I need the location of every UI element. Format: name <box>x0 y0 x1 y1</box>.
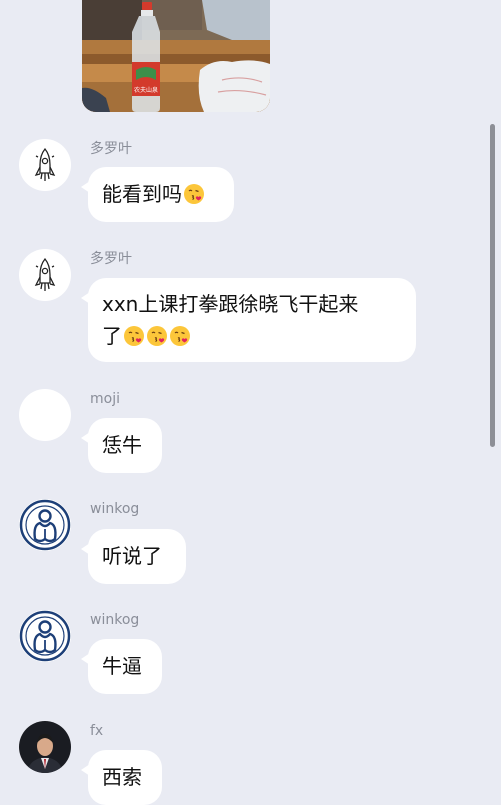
message-bubble[interactable]: 西索 <box>81 750 162 805</box>
rocket-avatar-icon[interactable] <box>19 139 71 191</box>
bottle-label: 农夫山泉 <box>134 86 158 94</box>
kissing-face-emoji <box>169 325 191 347</box>
sender-name: winkog <box>90 612 140 628</box>
blank-avatar[interactable] <box>19 389 71 441</box>
team-logo-avatar-icon[interactable] <box>19 499 71 551</box>
message-text: 恁牛 <box>102 433 142 457</box>
kissing-face-emoji <box>183 183 205 205</box>
message-bubble[interactable]: 恁牛 <box>81 418 162 473</box>
rocket-avatar-icon[interactable] <box>19 249 71 301</box>
message-bubble[interactable]: 能看到吗 <box>81 167 234 222</box>
message-text-line: xxn上课打拳跟徐晓飞干起来 <box>102 292 359 316</box>
message-bubble[interactable]: xxn上课打拳跟徐晓飞干起来 了 <box>81 278 416 362</box>
photo-message[interactable]: 农夫山泉 <box>82 0 270 112</box>
message-text-tail: 了 <box>102 324 122 348</box>
message-text: 能看到吗 <box>102 182 182 206</box>
message-bubble[interactable]: 牛逼 <box>81 639 162 694</box>
message-bubble[interactable]: 听说了 <box>81 529 186 584</box>
team-logo-avatar-icon[interactable] <box>19 610 71 662</box>
kissing-face-emoji <box>123 325 145 347</box>
scrollbar[interactable] <box>490 124 495 447</box>
message-text: 西索 <box>102 765 142 789</box>
sender-name: 多罗叶 <box>90 141 132 157</box>
kissing-face-emoji <box>146 325 168 347</box>
sender-name: fx <box>90 723 104 739</box>
sender-name: winkog <box>90 501 140 517</box>
message-text: 牛逼 <box>102 654 142 678</box>
sender-name: 多罗叶 <box>90 251 132 267</box>
person-photo-avatar[interactable] <box>19 721 71 773</box>
message-text-line-2: 了 <box>102 320 403 352</box>
sender-name: moji <box>90 391 120 407</box>
message-text: 听说了 <box>102 544 162 568</box>
